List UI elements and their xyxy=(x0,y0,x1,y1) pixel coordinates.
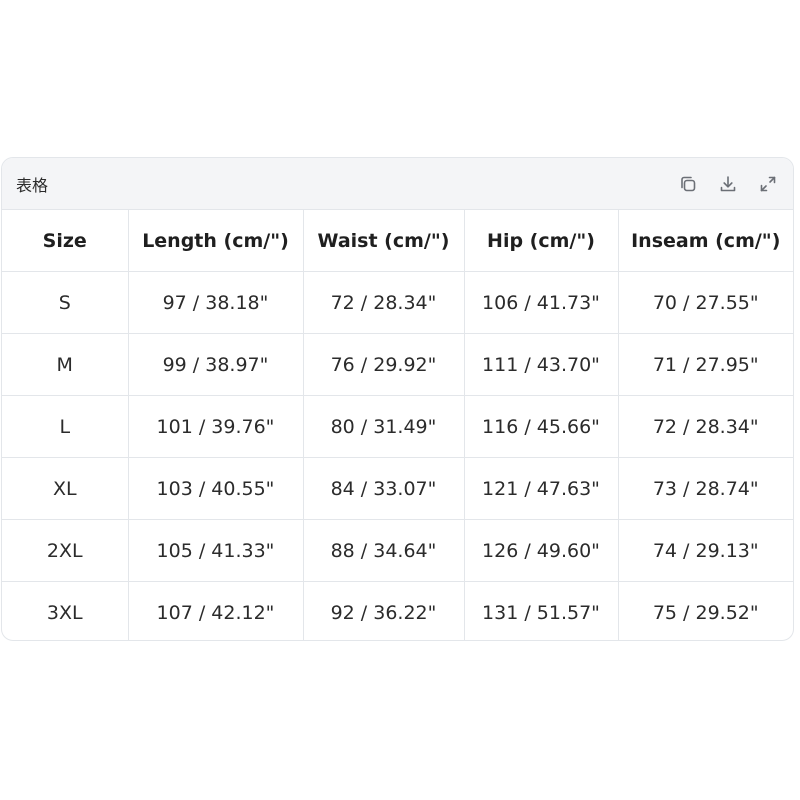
cell-length: 103 / 40.55" xyxy=(128,457,304,520)
header-length: Length (cm/") xyxy=(128,210,304,272)
cell-length: 99 / 38.97" xyxy=(128,333,304,396)
cell-waist: 84 / 33.07" xyxy=(303,457,465,520)
cell-hip: 131 / 51.57" xyxy=(464,581,619,640)
cell-inseam: 71 / 27.95" xyxy=(618,333,793,396)
copy-button[interactable] xyxy=(677,173,699,195)
cell-inseam: 75 / 29.52" xyxy=(652,601,759,624)
header-inseam: Inseam (cm/") xyxy=(618,210,793,272)
header-hip: Hip (cm/") xyxy=(464,210,619,272)
table-row: XL 103 / 40.55" 84 / 33.07" 121 / 47.63"… xyxy=(2,457,793,520)
copy-icon xyxy=(681,176,696,191)
header-size: Size xyxy=(2,210,129,272)
cell-size: 3XL xyxy=(2,581,129,640)
cell-hip: 121 / 47.63" xyxy=(464,457,619,520)
cell-length: 107 / 42.12" xyxy=(128,581,304,640)
table-row: M 99 / 38.97" 76 / 29.92" 111 / 43.70" 7… xyxy=(2,333,793,396)
cell-hip: 116 / 45.66" xyxy=(464,395,619,458)
table-row: S 97 / 38.18" 72 / 28.34" 106 / 41.73" 7… xyxy=(2,271,793,334)
download-icon xyxy=(720,175,736,191)
cell-inseam: 73 / 28.74" xyxy=(618,457,793,520)
cell-length: 101 / 39.76" xyxy=(128,395,304,458)
cell-waist: 80 / 31.49" xyxy=(303,395,465,458)
header-actions xyxy=(677,173,779,195)
cell-waist: 72 / 28.34" xyxy=(303,271,465,334)
table-row: 2XL 105 / 41.33" 88 / 34.64" 126 / 49.60… xyxy=(2,519,793,582)
cell-size: S xyxy=(2,271,129,334)
cell-size: M xyxy=(2,333,129,396)
cell-size: XL xyxy=(2,457,129,520)
header-waist: Waist (cm/") xyxy=(303,210,465,272)
card-title: 表格 xyxy=(16,175,49,195)
card-header: 表格 xyxy=(2,158,793,210)
table-card: 表格 Size Length (cm/") Waist (cm/") Hip (… xyxy=(1,157,794,641)
table-row: L 101 / 39.76" 80 / 31.49" 116 / 45.66" … xyxy=(2,395,793,458)
cell-waist: 92 / 36.22" xyxy=(303,581,465,640)
table-row: 3XL 107 / 42.12" 92 / 36.22" 131 / 51.57… xyxy=(2,581,793,640)
cell-size: L xyxy=(2,395,129,458)
table-header-row: Size Length (cm/") Waist (cm/") Hip (cm/… xyxy=(2,210,793,272)
size-table: Size Length (cm/") Waist (cm/") Hip (cm/… xyxy=(2,210,793,640)
cell-hip: 106 / 41.73" xyxy=(464,271,619,334)
cell-hip: 126 / 49.60" xyxy=(464,519,619,582)
cell-waist: 76 / 29.92" xyxy=(303,333,465,396)
cell-length: 105 / 41.33" xyxy=(128,519,304,582)
cell-inseam: 70 / 27.55" xyxy=(618,271,793,334)
expand-button[interactable] xyxy=(757,173,779,195)
cell-inseam: 74 / 29.13" xyxy=(618,519,793,582)
cell-length: 97 / 38.18" xyxy=(128,271,304,334)
cell-inseam: 72 / 28.34" xyxy=(618,395,793,458)
cell-size: 2XL xyxy=(2,519,129,582)
cell-hip: 111 / 43.70" xyxy=(464,333,619,396)
cell-waist: 88 / 34.64" xyxy=(303,519,465,582)
download-button[interactable] xyxy=(717,173,739,195)
expand-icon xyxy=(760,176,776,191)
